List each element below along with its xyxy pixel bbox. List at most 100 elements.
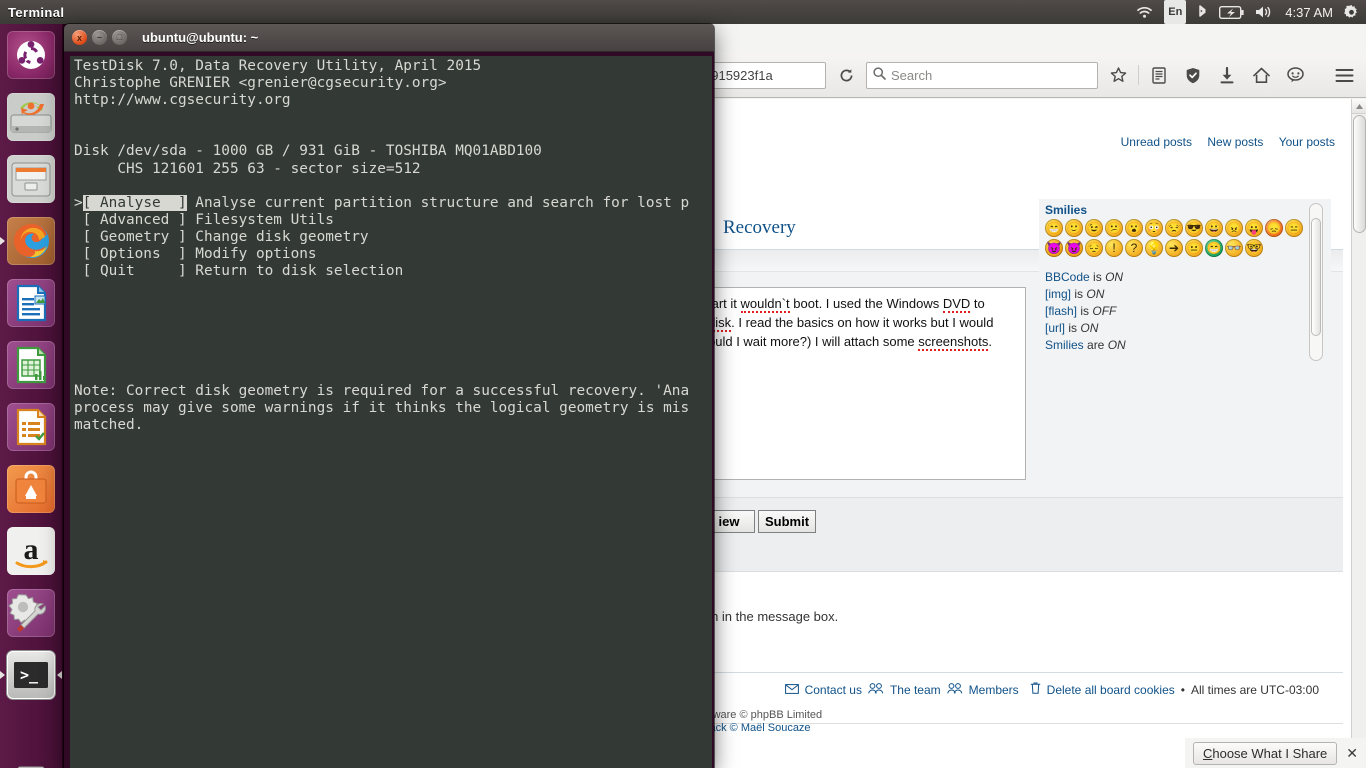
share-notification-bar: Choose What I Share ✕ [1184,738,1366,768]
link-contact-us[interactable]: Contact us [805,683,862,697]
bbcode-row: [img] is ON [1045,287,1105,301]
smilie-icon[interactable]: 😎 [1185,219,1203,237]
smilie-icon[interactable]: ➔ [1165,239,1183,257]
terminal-screen[interactable]: TestDisk 7.0, Data Recovery Utility, Apr… [70,56,712,768]
smilie-icon[interactable]: 😁 [1205,239,1223,257]
home-icon[interactable] [1247,61,1275,89]
footer-links: Contact us The team Members Delete all b… [784,682,1319,697]
launcher-item-libreoffice-impress[interactable] [0,396,62,458]
link-your-posts[interactable]: Your posts [1279,135,1335,149]
message-line-1: tart it wouldn`t boot. I used the Window… [708,296,985,313]
files-icon [7,155,55,203]
battery-icon[interactable] [1219,0,1244,24]
bbcode-row: [url] is ON [1045,321,1099,335]
smilie-icon[interactable]: ? [1125,239,1143,257]
launcher-item-install-ubuntu[interactable] [0,86,62,148]
smilie-icon[interactable]: 😛 [1245,219,1263,237]
terminal-output: TestDisk 7.0, Data Recovery Utility, Apr… [74,58,690,433]
smilie-icon[interactable]: 💡 [1145,239,1163,257]
smilie-icon[interactable]: 😞 [1265,219,1283,237]
download-icon[interactable] [1213,61,1241,89]
terminal-title: ubuntu@ubuntu: ~ [142,30,259,45]
terminal-body[interactable]: TestDisk 7.0, Data Recovery Utility, Apr… [66,52,712,768]
message-textarea[interactable]: tart it wouldn`t boot. I used the Window… [705,287,1026,480]
wifi-icon[interactable] [1136,0,1153,24]
share-button-mnemonic: C [1202,745,1213,761]
minimize-icon[interactable]: – [92,30,107,45]
link-unread-posts[interactable]: Unread posts [1121,135,1192,149]
footer-times: All times are UTC-03:00 [1190,682,1319,697]
smilie-icon[interactable]: 😕 [1105,219,1123,237]
forum-nav-links: Unread posts New posts Your posts [1109,135,1335,149]
launcher-item-files[interactable] [0,148,62,210]
message-line-2: disk. I read the basics on how it works … [708,315,994,332]
launcher-item-trash[interactable] [0,748,62,768]
launcher-item-ubuntu-software-center[interactable] [0,458,62,520]
trash-icon [1030,682,1041,697]
launcher-item-firefox[interactable] [0,210,62,272]
bbcode-row: BBCode is ON [1045,270,1124,284]
scroll-up-arrow[interactable] [1352,99,1366,114]
link-delete-cookies[interactable]: Delete all board cookies [1047,683,1175,697]
page-scrollbar[interactable] [1351,99,1366,768]
gear-icon[interactable] [1344,0,1359,24]
launcher-item-ubuntu-dash[interactable] [0,24,62,86]
link-the-team[interactable]: The team [890,683,941,697]
reader-list-icon[interactable] [1145,61,1173,89]
bookmark-star-icon[interactable] [1104,61,1132,89]
launcher-item-amazon[interactable]: a [0,520,62,582]
launcher-item-libreoffice-calc[interactable] [0,334,62,396]
maximize-icon[interactable]: □ [112,30,127,45]
close-icon[interactable]: x [72,30,87,45]
launcher-item-terminal[interactable]: >_ [0,644,62,706]
close-icon[interactable]: ✕ [1346,745,1358,762]
smilie-icon[interactable]: 😔 [1085,239,1103,257]
bbcode-row: [flash] is OFF [1045,304,1117,318]
panel-app-name[interactable]: Terminal [8,5,64,20]
smilie-icon[interactable]: 😈 [1045,239,1063,257]
link-new-posts[interactable]: New posts [1207,135,1263,149]
scrollbar-thumb[interactable] [1353,115,1366,233]
libreoffice-impress-icon [7,403,55,451]
panel-clock[interactable]: 4:37 AM [1285,5,1333,20]
smilies-scrollbar[interactable] [1309,203,1323,361]
volume-icon[interactable] [1255,0,1274,24]
smilie-icon[interactable]: 😐 [1185,239,1203,257]
ubuntu-dash-icon [7,31,55,79]
keyboard-layout-indicator[interactable]: En [1164,0,1187,24]
terminal-window[interactable]: x – □ ubuntu@ubuntu: ~ TestDisk 7.0, Dat… [64,24,714,768]
submit-button[interactable]: Submit [758,510,816,533]
svg-text:a: a [24,533,39,566]
smilie-icon[interactable]: 😉 [1085,219,1103,237]
smilie-icon[interactable]: 👓 [1225,239,1243,257]
link-members[interactable]: Members [969,683,1019,697]
smilie-icon[interactable]: 😳 [1145,219,1163,237]
launcher-item-libreoffice-writer[interactable] [0,272,62,334]
smilie-icon[interactable]: 😑 [1285,219,1303,237]
search-input[interactable]: Search [866,61,1098,89]
smilie-icon[interactable]: 😠 [1225,219,1243,237]
choose-what-i-share-button[interactable]: Choose What I Share [1192,741,1338,765]
smilie-icon[interactable]: ! [1105,239,1123,257]
chat-icon[interactable] [1281,61,1309,89]
url-bar[interactable]: d915923f1a [699,61,826,89]
smilie-icon[interactable]: 😀 [1205,219,1223,237]
reload-icon[interactable] [832,62,860,89]
smilie-icon[interactable]: 😈 [1065,239,1083,257]
bbcode-row: Smilies are ON [1045,338,1126,352]
smilie-icon[interactable]: 🙂 [1065,219,1083,237]
bluetooth-icon[interactable] [1197,0,1208,24]
shield-icon[interactable] [1179,61,1207,89]
launcher-item-system-settings[interactable] [0,582,62,644]
page-title[interactable]: Recovery [723,217,796,239]
libreoffice-writer-icon [7,279,55,327]
hamburger-menu-icon[interactable] [1330,61,1358,89]
smilie-icon[interactable]: 😒 [1165,219,1183,237]
smilie-grid: 😁 🙂 😉 😕 😮 😳 😒 😎 😀 😠 😛 😞 😑 😈 😈 😔 ! ? 💡 ➔ … [1045,219,1313,257]
smilie-icon[interactable]: 😁 [1045,219,1063,237]
scrollbar-thumb[interactable] [1311,218,1321,336]
copyright-line-1: Software © phpBB Limited [705,709,823,721]
smilie-icon[interactable]: 🤓 [1245,239,1263,257]
terminal-titlebar[interactable]: x – □ ubuntu@ubuntu: ~ [64,24,714,52]
smilie-icon[interactable]: 😮 [1125,219,1143,237]
